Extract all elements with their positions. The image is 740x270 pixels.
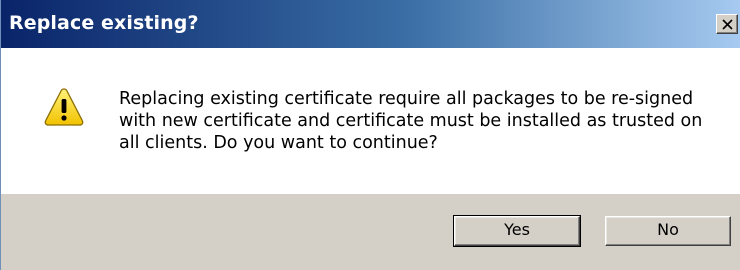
title-bar[interactable]: Replace existing?	[1, 0, 740, 48]
message-line-1: Replacing existing certificate require a…	[119, 89, 694, 109]
no-button[interactable]: No	[605, 216, 731, 246]
replace-existing-dialog: Replace existing? Replacing existing cer…	[0, 0, 740, 270]
close-button[interactable]	[716, 14, 738, 34]
dialog-title: Replace existing?	[9, 12, 199, 34]
dialog-content: Replacing existing certificate require a…	[1, 48, 740, 194]
button-bar: Yes No	[1, 194, 740, 270]
close-icon	[722, 19, 733, 30]
dialog-message: Replacing existing certificate require a…	[119, 88, 729, 154]
message-line-2: with new certificate and certificate mus…	[119, 111, 703, 131]
yes-button[interactable]: Yes	[453, 215, 581, 247]
message-line-3: all clients. Do you want to continue?	[119, 133, 438, 153]
warning-icon	[44, 88, 84, 126]
